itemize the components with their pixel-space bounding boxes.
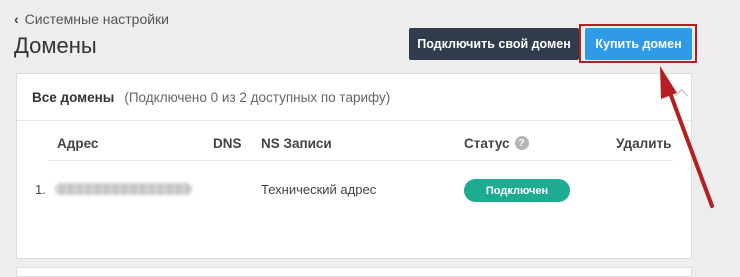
column-header-delete: Удалить xyxy=(616,136,672,151)
column-header-address: Адрес xyxy=(57,136,99,151)
panel-subtitle: (Подключено 0 из 2 доступных по тарифу) xyxy=(124,89,391,105)
domains-panel: Все домены (Подключено 0 из 2 доступных … xyxy=(16,73,692,259)
panel-header: Все домены (Подключено 0 из 2 доступных … xyxy=(17,74,691,121)
buy-domain-button[interactable]: Купить домен xyxy=(585,28,692,60)
breadcrumb-label: Системные настройки xyxy=(24,11,170,27)
table-row-ns: Технический адрес xyxy=(261,182,377,197)
column-header-ns: NS Записи xyxy=(261,136,332,151)
column-header-status: Статус? xyxy=(464,136,529,151)
table-header-divider xyxy=(49,160,673,161)
table-row-number: 1. xyxy=(35,182,46,197)
page-title: Домены xyxy=(14,33,97,58)
breadcrumb-back-link[interactable]: ‹ Системные настройки xyxy=(14,11,169,27)
help-icon[interactable]: ? xyxy=(514,136,529,151)
panel-title: Все домены xyxy=(32,89,115,105)
column-header-status-label: Статус xyxy=(464,136,510,151)
chevron-left-icon: ‹ xyxy=(14,11,19,27)
next-panel-edge xyxy=(16,267,692,277)
blurred-domain-address xyxy=(55,183,192,195)
status-badge: Подключен xyxy=(464,179,570,202)
connect-own-domain-button[interactable]: Подключить свой домен xyxy=(409,28,579,60)
column-header-dns: DNS xyxy=(213,136,242,151)
